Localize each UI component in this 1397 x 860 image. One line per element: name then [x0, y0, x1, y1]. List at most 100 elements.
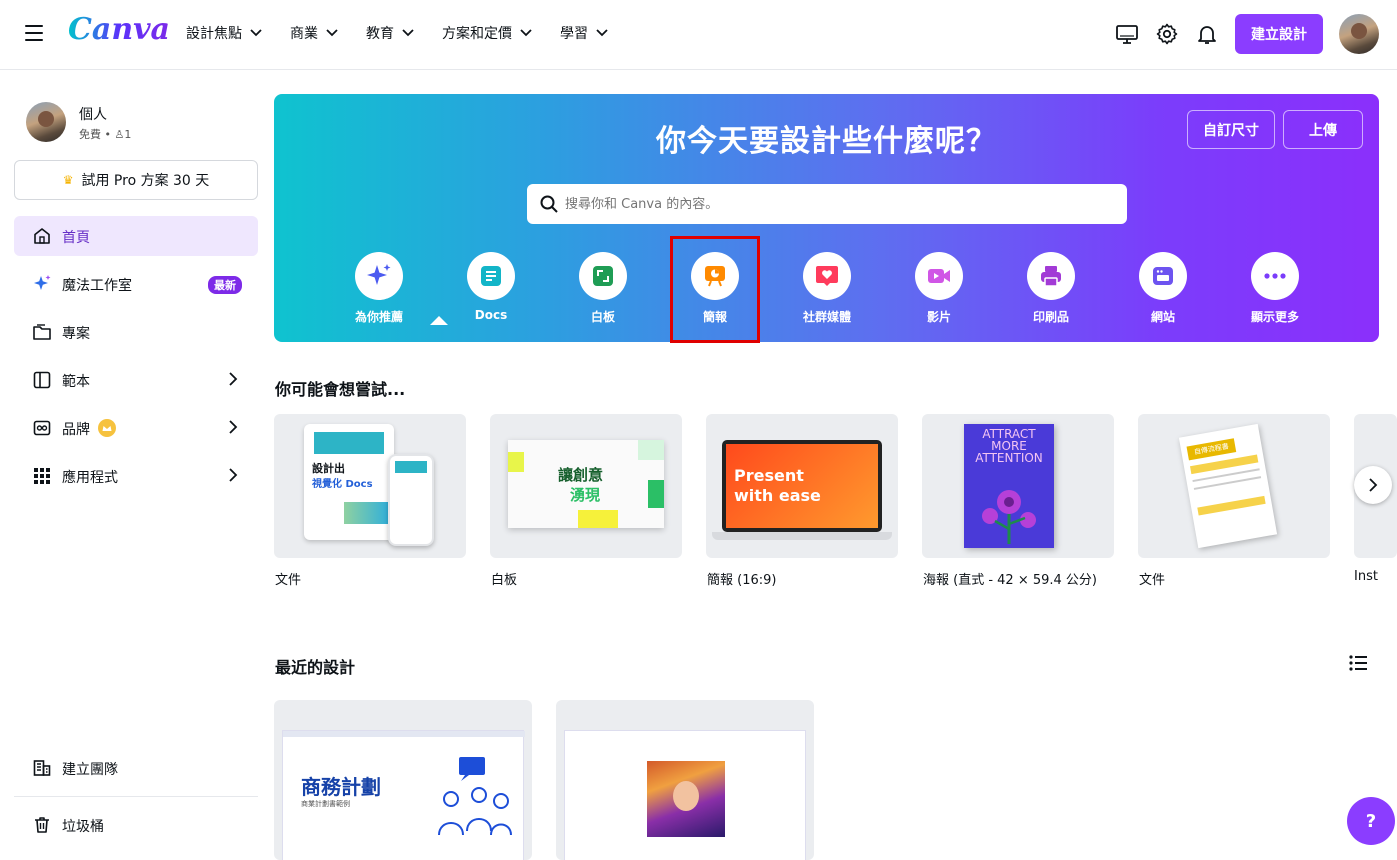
- crown-badge-icon: [98, 419, 116, 437]
- thumb-slide: 商務計劃 商業計劃書範例: [282, 730, 525, 860]
- sidebar-item-templates[interactable]: 範本: [14, 360, 258, 400]
- search-icon: [540, 195, 558, 213]
- category-show-more[interactable]: 顯示更多: [1230, 252, 1320, 325]
- thumb-phone: [388, 454, 434, 546]
- carousel-next-button[interactable]: [1354, 466, 1392, 504]
- card-label: 文件: [275, 573, 302, 588]
- thumb-text: 設計出: [312, 462, 345, 475]
- nav-education[interactable]: 教育: [366, 23, 414, 43]
- list-view-icon[interactable]: [1349, 654, 1369, 672]
- try-pro-button[interactable]: ♛ 試用 Pro 方案 30 天: [14, 160, 258, 200]
- category-label: 為你推薦: [354, 310, 403, 324]
- thumb-face: [673, 781, 699, 811]
- top-bar: Canva 設計焦點 商業 教育 方案和定價 學習 建立設計: [0, 0, 1397, 70]
- category-label: 網站: [1150, 310, 1175, 324]
- thumb-laptop-screen: Present with ease: [722, 440, 882, 532]
- suggestions-title: 你可能會想嘗試...: [275, 380, 406, 399]
- category-for-you[interactable]: 為你推薦: [334, 252, 448, 325]
- sidebar-item-label: 首頁: [62, 230, 90, 246]
- category-circle: [579, 252, 627, 300]
- category-label: 顯示更多: [1250, 310, 1299, 324]
- category-website[interactable]: 網站: [1118, 252, 1208, 325]
- help-button[interactable]: ?: [1347, 797, 1395, 845]
- chevron-down-icon: [596, 29, 608, 37]
- nav-label: 商業: [290, 26, 318, 42]
- website-icon: [1153, 267, 1173, 285]
- upload-button[interactable]: 上傳: [1283, 110, 1363, 149]
- gear-icon[interactable]: [1155, 22, 1179, 46]
- chevron-down-icon: [402, 29, 414, 37]
- printer-icon: [1041, 266, 1061, 287]
- thumb-row: [1197, 495, 1266, 516]
- person-icon: ♙: [114, 128, 125, 141]
- thumb-text: 視覺化 Docs: [312, 479, 373, 490]
- thumb-header: [314, 432, 384, 454]
- category-video[interactable]: 影片: [894, 252, 984, 325]
- nav-pricing[interactable]: 方案和定價: [442, 23, 532, 43]
- thumb-text: 商業計劃書範例: [301, 800, 350, 808]
- profile-plan: 免費 • ♙1: [79, 126, 131, 142]
- brand-icon: [33, 420, 51, 436]
- recent-design-card[interactable]: 商務計劃 商業計劃書範例: [274, 700, 532, 860]
- menu-icon[interactable]: [25, 25, 43, 41]
- home-icon: [34, 228, 50, 244]
- card-label: 簡報 (16:9): [707, 573, 777, 588]
- profile-name[interactable]: 個人: [79, 104, 107, 124]
- sidebar-item-label: 建立團隊: [62, 762, 118, 778]
- thumb-bar: [283, 731, 525, 737]
- crown-icon: ♛: [62, 173, 74, 187]
- search-input[interactable]: [565, 184, 1115, 224]
- profile-avatar[interactable]: [26, 102, 66, 142]
- thumb-text: 自傳流程書: [1186, 438, 1237, 461]
- try-pro-label: 試用 Pro 方案 30 天: [81, 173, 210, 189]
- category-whiteboard[interactable]: 白板: [558, 252, 648, 325]
- chevron-right-icon: [229, 420, 238, 434]
- nav-design-spotlight[interactable]: 設計焦點: [186, 23, 262, 43]
- new-badge: 最新: [208, 276, 242, 294]
- category-print[interactable]: 印刷品: [1006, 252, 1096, 325]
- thumb-text: Present: [734, 466, 804, 485]
- sidebar-item-brand[interactable]: 品牌: [14, 408, 258, 448]
- card-label: 文件: [1139, 573, 1166, 588]
- sidebar-item-create-team[interactable]: 建立團隊: [14, 748, 258, 788]
- category-social-media[interactable]: 社群媒體: [782, 252, 872, 325]
- canva-logo[interactable]: Canva: [68, 12, 170, 47]
- highlight-box: [670, 236, 760, 343]
- thumb-poster: ATTRACT MORE ATTENTION: [964, 424, 1054, 548]
- member-count: 1: [124, 128, 132, 141]
- trash-icon: [35, 817, 49, 833]
- sidebar-item-apps[interactable]: 應用程式: [14, 456, 258, 496]
- desktop-app-icon[interactable]: [1115, 22, 1139, 46]
- sidebar-item-magic-studio[interactable]: 魔法工作室 最新: [14, 264, 258, 304]
- sidebar-item-home[interactable]: 首頁: [14, 216, 258, 256]
- create-design-button[interactable]: 建立設計: [1235, 14, 1323, 54]
- bell-icon[interactable]: [1195, 22, 1219, 46]
- team-illustration: [438, 757, 512, 836]
- apps-grid-icon: [34, 468, 50, 484]
- thumb-paper: 自傳流程書: [1178, 423, 1278, 549]
- suggestion-card-whiteboard[interactable]: 讓創意 湧現: [490, 414, 682, 558]
- search-bar[interactable]: [527, 184, 1127, 224]
- thumb-shape: [638, 440, 664, 460]
- category-circle: [1139, 252, 1187, 300]
- thumb-shape: [648, 480, 664, 508]
- custom-size-button[interactable]: 自訂尺寸: [1187, 110, 1275, 149]
- flower-illustration: [982, 490, 1036, 544]
- suggestion-card-poster[interactable]: ATTRACT MORE ATTENTION: [922, 414, 1114, 558]
- thumb-board: 讓創意 湧現: [508, 440, 664, 528]
- thumb-shape: [578, 510, 618, 528]
- category-docs[interactable]: Docs: [446, 252, 536, 322]
- suggestion-card-presentation[interactable]: Present with ease: [706, 414, 898, 558]
- recent-design-card[interactable]: [556, 700, 814, 860]
- sidebar-item-projects[interactable]: 專案: [14, 312, 258, 352]
- suggestion-card-doc[interactable]: 設計出 視覺化 Docs: [274, 414, 466, 558]
- user-avatar[interactable]: [1339, 14, 1379, 54]
- suggestion-card-doc-2[interactable]: 自傳流程書: [1138, 414, 1330, 558]
- chevron-down-icon: [250, 29, 262, 37]
- nav-learn[interactable]: 學習: [560, 23, 608, 43]
- sidebar-item-trash[interactable]: 垃圾桶: [14, 805, 258, 845]
- thumb-slide: Present with ease: [726, 444, 878, 528]
- nav-business[interactable]: 商業: [290, 23, 338, 43]
- whiteboard-icon: [593, 266, 613, 286]
- category-label: 社群媒體: [802, 310, 851, 324]
